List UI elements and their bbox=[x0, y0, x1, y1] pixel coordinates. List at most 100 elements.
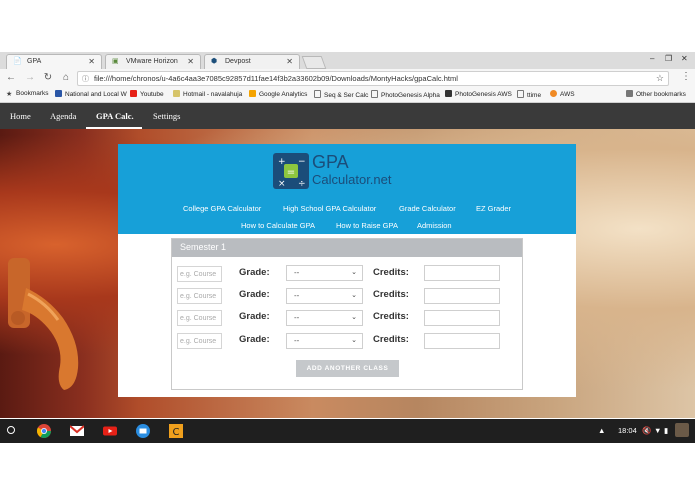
close-window-icon[interactable]: ✕ bbox=[681, 54, 688, 63]
bookmark-label: PhotoGenesis AWS bbox=[455, 91, 512, 98]
browser-tab-title: GPA bbox=[27, 58, 42, 65]
chevron-down-icon: ⌄ bbox=[351, 292, 357, 299]
link-ez-grader[interactable]: EZ Grader bbox=[476, 204, 511, 213]
news-icon bbox=[55, 90, 62, 97]
link-how-to-raise-gpa[interactable]: How to Raise GPA bbox=[336, 221, 398, 230]
course-input[interactable]: e.g. Course bbox=[177, 288, 222, 304]
browser-tab-vmware[interactable]: ▣ VMware Horizon ✕ bbox=[105, 54, 201, 69]
mute-icon[interactable]: 🔇 bbox=[642, 426, 651, 435]
page-icon bbox=[314, 90, 321, 98]
bookmark-item[interactable]: Seq & Ser Calc bbox=[314, 90, 368, 99]
bookmark-item[interactable]: PhotoGenesis AWS bbox=[445, 90, 512, 98]
bookmark-label: Bookmarks bbox=[16, 90, 49, 97]
avatar[interactable] bbox=[675, 423, 689, 437]
svg-text:+: + bbox=[278, 157, 286, 167]
chevron-down-icon: ⌄ bbox=[351, 314, 357, 321]
bookmark-item[interactable]: ttime bbox=[517, 90, 541, 99]
notification-icon[interactable]: ▲ bbox=[598, 426, 605, 435]
top-margin bbox=[0, 0, 695, 52]
credits-input[interactable] bbox=[424, 288, 500, 304]
link-how-to-calculate-gpa[interactable]: How to Calculate GPA bbox=[241, 221, 315, 230]
reload-icon[interactable]: ↻ bbox=[42, 72, 54, 83]
link-college-gpa[interactable]: College GPA Calculator bbox=[183, 204, 261, 213]
hotmail-icon bbox=[173, 90, 180, 97]
calculator-logo-icon: = + − × ÷ bbox=[273, 153, 309, 189]
gmail-icon[interactable] bbox=[70, 424, 84, 438]
bookmark-star-icon[interactable]: ☆ bbox=[656, 73, 664, 84]
bookmark-label: ttime bbox=[527, 92, 542, 99]
nav-gpa-calc[interactable]: GPA Calc. bbox=[96, 111, 134, 121]
bookmark-item[interactable]: AWS bbox=[550, 90, 575, 98]
nav-agenda[interactable]: Agenda bbox=[50, 111, 76, 121]
youtube-icon[interactable] bbox=[103, 424, 117, 438]
address-bar[interactable]: ⓘ file:///home/chronos/u-4a6c4aa3e7085c9… bbox=[77, 71, 669, 86]
close-icon[interactable]: ✕ bbox=[286, 57, 293, 66]
grade-value: -- bbox=[294, 313, 300, 322]
bookmark-item[interactable]: Hotmail - navalahuja bbox=[173, 90, 242, 98]
minimize-icon[interactable]: – bbox=[650, 54, 654, 63]
bookmark-item[interactable]: ★ Bookmarks bbox=[6, 90, 49, 98]
wifi-icon[interactable]: ▼ bbox=[654, 426, 661, 435]
star-icon: ★ bbox=[6, 91, 13, 98]
info-icon[interactable]: ⓘ bbox=[82, 74, 89, 84]
bookmark-label: National and Local W bbox=[65, 91, 127, 98]
new-tab-button[interactable] bbox=[301, 56, 327, 69]
files-icon[interactable] bbox=[136, 424, 150, 438]
clock[interactable]: 18:04 bbox=[618, 426, 637, 435]
other-bookmarks[interactable]: Other bookmarks bbox=[626, 90, 686, 98]
bookmark-item[interactable]: Youtube bbox=[130, 90, 164, 98]
bookmark-item[interactable]: PhotoGenesis Alpha bbox=[371, 90, 440, 99]
bookmark-label: AWS bbox=[560, 91, 575, 98]
link-high-school-gpa[interactable]: High School GPA Calculator bbox=[283, 204, 376, 213]
close-icon[interactable]: ✕ bbox=[187, 57, 194, 66]
restore-icon[interactable]: ❐ bbox=[665, 54, 672, 63]
chrome-icon[interactable] bbox=[37, 424, 51, 438]
grade-select[interactable]: -- ⌄ bbox=[286, 310, 363, 326]
nav-settings[interactable]: Settings bbox=[153, 111, 180, 121]
logo-title: GPA bbox=[312, 152, 349, 172]
page-icon bbox=[517, 90, 524, 98]
bookmark-label: Hotmail - navalahuja bbox=[183, 91, 243, 98]
bookmark-item[interactable]: Google Analytics bbox=[249, 90, 307, 98]
bookmark-label: Other bookmarks bbox=[636, 91, 686, 98]
course-input[interactable]: e.g. Course bbox=[177, 266, 222, 282]
credits-label: Credits: bbox=[373, 311, 409, 322]
launcher-icon[interactable] bbox=[7, 426, 15, 434]
course-input[interactable]: e.g. Course bbox=[177, 333, 222, 349]
grade-label: Grade: bbox=[239, 289, 270, 300]
browser-tab-gpa[interactable]: 📄 GPA ✕ bbox=[6, 54, 102, 69]
vmware-icon: ▣ bbox=[112, 58, 119, 65]
door-handle-image bbox=[8, 258, 79, 390]
grade-select[interactable]: -- ⌄ bbox=[286, 288, 363, 304]
devpost-icon: ⬢ bbox=[211, 58, 218, 65]
chevron-down-icon: ⌄ bbox=[351, 337, 357, 344]
folder-icon bbox=[626, 90, 633, 97]
credits-label: Credits: bbox=[373, 334, 409, 345]
close-icon[interactable]: ✕ bbox=[88, 57, 95, 66]
link-grade-calculator[interactable]: Grade Calculator bbox=[399, 204, 456, 213]
app-c-icon[interactable]: C bbox=[169, 424, 183, 438]
credits-input[interactable] bbox=[424, 310, 500, 326]
nav-home[interactable]: Home bbox=[10, 111, 31, 121]
grade-select[interactable]: -- ⌄ bbox=[286, 265, 363, 281]
browser-tab-title: Devpost bbox=[225, 58, 251, 65]
home-icon[interactable]: ⌂ bbox=[60, 72, 72, 83]
back-icon[interactable]: ← bbox=[5, 72, 17, 83]
bookmark-item[interactable]: National and Local W bbox=[55, 90, 127, 98]
add-class-button[interactable]: ADD ANOTHER CLASS bbox=[296, 360, 399, 377]
grade-value: -- bbox=[294, 268, 300, 277]
link-admission[interactable]: Admission bbox=[417, 221, 452, 230]
grade-select[interactable]: -- ⌄ bbox=[286, 333, 363, 349]
grade-value: -- bbox=[294, 336, 300, 345]
active-nav-indicator bbox=[86, 127, 142, 129]
browser-tab-title: VMware Horizon bbox=[126, 58, 178, 65]
credits-input[interactable] bbox=[424, 265, 500, 281]
bottom-margin bbox=[0, 443, 695, 494]
course-input[interactable]: e.g. Course bbox=[177, 310, 222, 326]
forward-icon[interactable]: → bbox=[24, 72, 36, 83]
bookmark-label: Youtube bbox=[140, 91, 164, 98]
browser-tab-devpost[interactable]: ⬢ Devpost ✕ bbox=[204, 54, 300, 69]
credits-input[interactable] bbox=[424, 333, 500, 349]
menu-dots-icon[interactable]: ⋮ bbox=[681, 71, 691, 82]
battery-icon[interactable]: ▮ bbox=[664, 426, 668, 435]
